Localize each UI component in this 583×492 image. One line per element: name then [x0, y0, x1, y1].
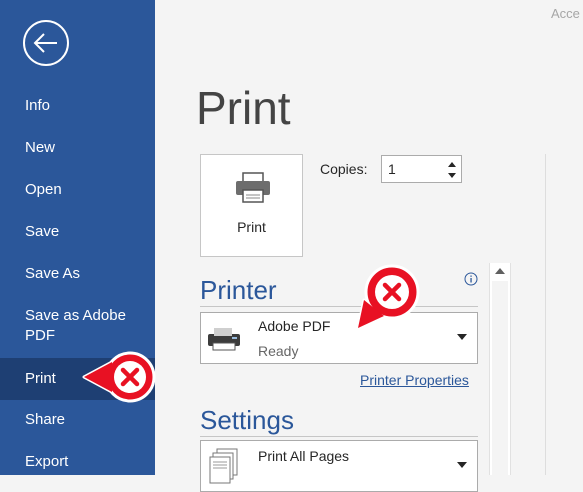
account-label[interactable]: Acce — [551, 6, 580, 21]
print-pages-dropdown[interactable]: Print All Pages — [200, 440, 478, 492]
pages-icon — [209, 448, 238, 484]
scroll-track[interactable] — [492, 281, 508, 475]
sidebar-item-open[interactable]: Open — [0, 180, 155, 200]
copies-stepper[interactable]: 1 — [381, 155, 462, 183]
error-callout-printer — [356, 264, 420, 330]
spin-down-icon[interactable] — [447, 171, 457, 181]
sidebar-item-export[interactable]: Export — [0, 452, 155, 472]
sidebar-item-save[interactable]: Save — [0, 222, 155, 242]
print-button[interactable]: Print — [200, 154, 303, 257]
printer-dropdown[interactable]: Adobe PDF Ready — [200, 312, 478, 364]
spin-up-icon[interactable] — [447, 159, 457, 169]
page-title: Print — [196, 82, 291, 134]
dropdown-arrow-icon — [457, 334, 467, 340]
sidebar-item-share[interactable]: Share — [0, 410, 155, 430]
printer-status: Ready — [258, 343, 299, 359]
sidebar-item-save-as[interactable]: Save As — [0, 264, 155, 284]
settings-section-title: Settings — [200, 405, 294, 435]
info-icon[interactable] — [464, 272, 478, 286]
preview-divider — [545, 154, 546, 475]
copies-value: 1 — [388, 161, 396, 177]
printer-icon — [236, 172, 270, 203]
printer-properties-link[interactable]: Printer Properties — [360, 372, 469, 388]
printer-name: Adobe PDF — [258, 318, 331, 334]
settings-scrollbar[interactable] — [489, 263, 511, 475]
dropdown-arrow-icon — [457, 462, 467, 468]
pdf-printer-icon — [208, 328, 240, 351]
sidebar-item-info[interactable]: Info — [0, 96, 155, 116]
print-button-label: Print — [237, 219, 266, 235]
back-button[interactable] — [23, 20, 69, 66]
copies-label: Copies: — [320, 161, 368, 177]
sidebar-item-new[interactable]: New — [0, 138, 155, 158]
scroll-up-icon[interactable] — [495, 268, 505, 274]
pages-option-label: Print All Pages — [258, 448, 350, 464]
sidebar-item-save-as-adobe-pdf[interactable]: Save as Adobe PDF — [0, 306, 155, 346]
printer-section-divider — [200, 306, 478, 307]
back-arrow-icon — [33, 33, 57, 53]
error-callout-print — [82, 351, 156, 403]
printer-section-title: Printer — [200, 275, 277, 305]
settings-section-divider — [200, 436, 478, 437]
